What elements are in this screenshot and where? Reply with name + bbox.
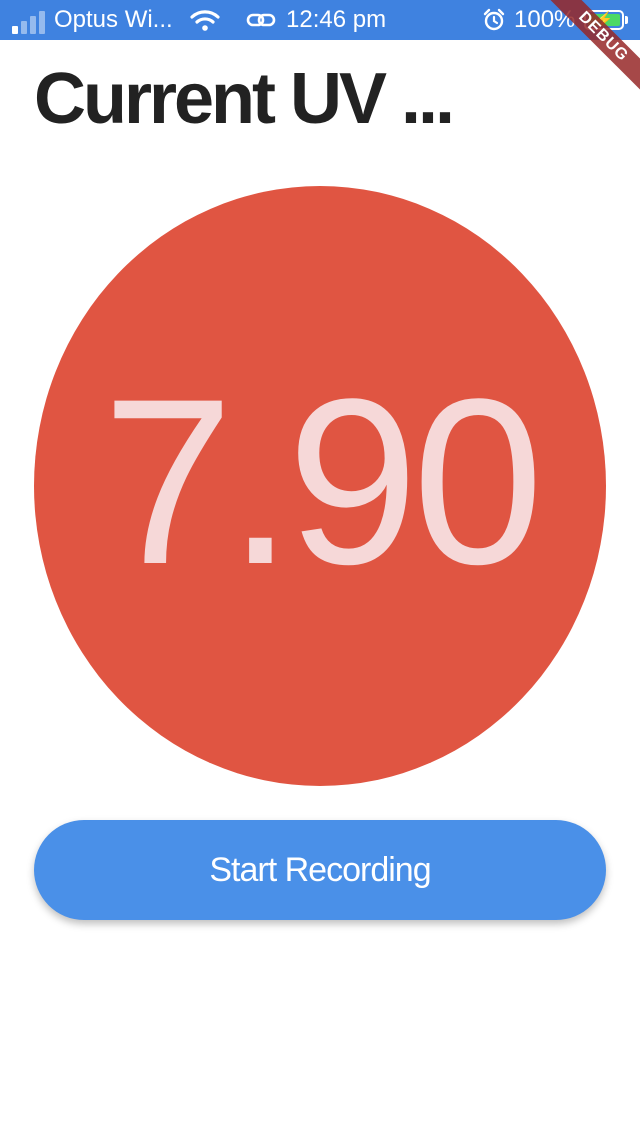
uv-indicator-circle: 7.90 [34,186,606,786]
uv-value: 7.90 [102,350,543,614]
start-recording-button[interactable]: Start Recording [34,820,606,920]
app-screen: Optus Wi... 12:46 pm 100% ⚡ DEBUG Curren… [0,0,640,1136]
carrier-label: Optus Wi... [54,6,173,33]
link-icon [246,0,276,40]
page-title: Current UV ... [34,59,455,139]
wifi-icon [190,0,220,40]
signal-icon [12,6,45,34]
status-bar: Optus Wi... 12:46 pm 100% ⚡ [0,0,640,40]
status-time: 12:46 pm [286,6,387,33]
alarm-icon [482,0,506,40]
